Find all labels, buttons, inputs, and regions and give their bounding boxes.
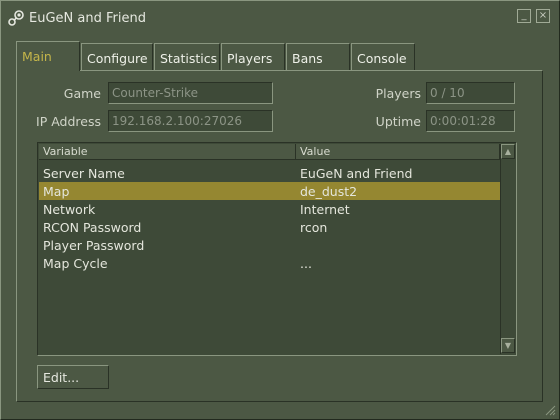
window-title: EuGeN and Friend: [29, 11, 146, 26]
ip-address-label: IP Address: [36, 114, 101, 129]
tab-main[interactable]: Main: [16, 41, 80, 71]
table-row[interactable]: Server Name EuGeN and Friend: [39, 164, 500, 182]
value-cell: ...: [300, 256, 312, 271]
game-label: Game: [63, 86, 101, 101]
players-field: 0 / 10: [426, 82, 515, 104]
game-field: Counter-Strike: [108, 82, 273, 104]
resize-grip-icon[interactable]: [544, 404, 556, 416]
uptime-label: Uptime: [375, 114, 421, 129]
players-label: Players: [375, 86, 421, 101]
variable-cell: Network: [43, 202, 96, 217]
value-cell: EuGeN and Friend: [300, 166, 413, 181]
column-header-variable[interactable]: Variable: [39, 144, 296, 160]
app-window: EuGeN and Friend _ × Main Configure Stat…: [0, 0, 560, 420]
table-row-selected[interactable]: Map de_dust2: [39, 182, 500, 200]
variable-cell: RCON Password: [43, 220, 142, 235]
tab-players[interactable]: Players: [221, 43, 285, 70]
table-row[interactable]: Network Internet: [39, 200, 500, 218]
variable-cell: Player Password: [43, 238, 145, 253]
table-row[interactable]: Player Password: [39, 236, 500, 254]
column-header-value[interactable]: Value: [296, 144, 500, 160]
table-row[interactable]: RCON Password rcon: [39, 218, 500, 236]
edit-button[interactable]: Edit...: [37, 365, 109, 389]
table-row[interactable]: Map Cycle ...: [39, 254, 500, 272]
value-cell: rcon: [300, 220, 328, 235]
variable-cell: Map: [43, 184, 70, 199]
minimize-button[interactable]: _: [517, 9, 531, 23]
tab-statistics[interactable]: Statistics: [154, 43, 220, 70]
tab-console[interactable]: Console: [351, 43, 415, 70]
variable-cell: Server Name: [43, 166, 125, 181]
uptime-field: 0:00:01:28: [426, 110, 515, 132]
close-button[interactable]: ×: [536, 9, 550, 23]
variable-cell: Map Cycle: [43, 256, 108, 271]
variables-table: Variable Value Server Name EuGeN and Fri…: [37, 142, 517, 356]
steam-icon: [8, 10, 24, 26]
value-cell: de_dust2: [300, 184, 358, 199]
ip-address-field: 192.168.2.100:27026: [108, 110, 273, 132]
tab-configure[interactable]: Configure: [81, 43, 153, 70]
value-cell: Internet: [300, 202, 350, 217]
title-bar[interactable]: EuGeN and Friend _ ×: [1, 1, 559, 35]
vertical-scrollbar[interactable]: ▲ ▼: [500, 144, 515, 354]
scroll-up-icon[interactable]: ▲: [501, 144, 515, 159]
tab-bans[interactable]: Bans: [286, 43, 350, 70]
scroll-down-icon[interactable]: ▼: [501, 338, 515, 353]
